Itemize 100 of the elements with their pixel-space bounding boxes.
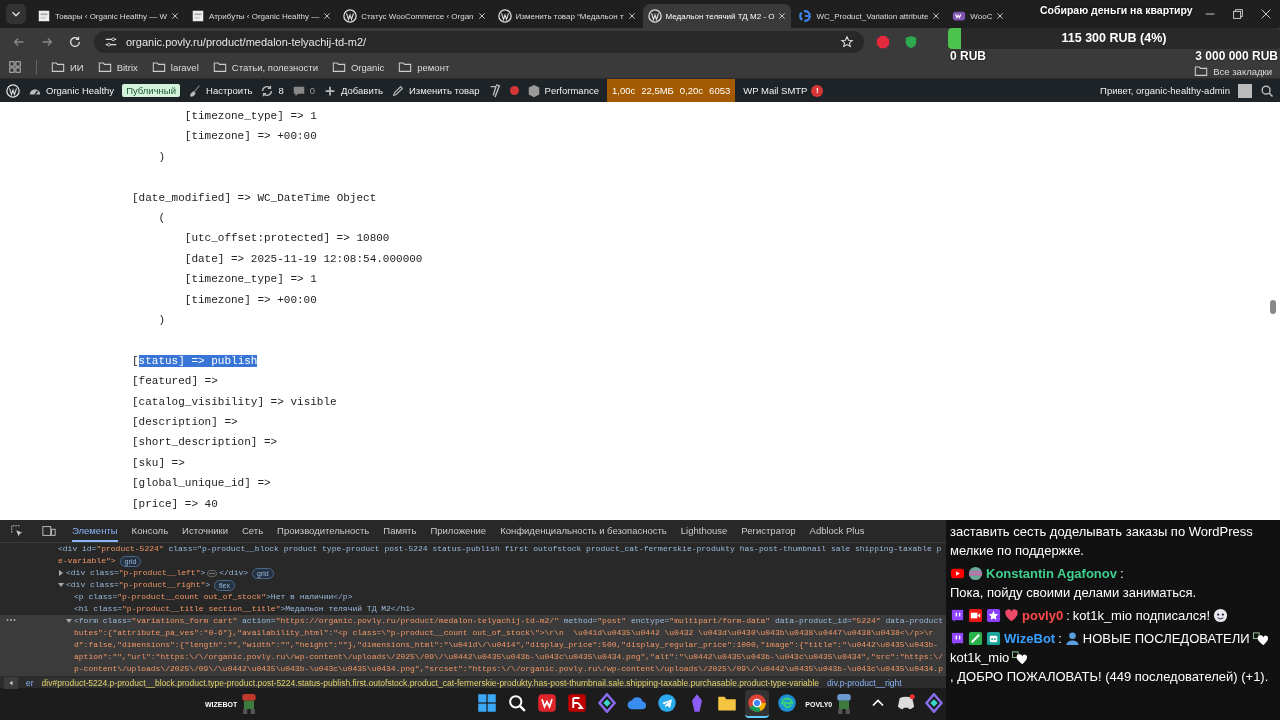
taskbar-app[interactable]: [745, 690, 770, 718]
account-link[interactable]: Привет, organic-healthy-admin: [1100, 85, 1230, 96]
bookmark-folder[interactable]: Bitrix: [97, 60, 138, 74]
star-icon: [840, 35, 854, 49]
dump-line: (: [158, 212, 165, 224]
dump-line: [date_modified] => WC_DateTime Object: [132, 191, 377, 204]
browser-tab[interactable]: Атрибуты ‹ Organic Healthy —: [186, 4, 337, 28]
browser-tab[interactable]: WC_Product_Variation attribute: [793, 4, 946, 28]
image-heart-icon: [1012, 650, 1028, 665]
devtools-tab[interactable]: Консоль: [131, 520, 169, 542]
browser-tab[interactable]: Медальон телячий ТД М2 - О: [642, 4, 792, 28]
devtools-tab[interactable]: Регистратор: [741, 520, 796, 542]
dump-line: [sku] =>: [132, 456, 185, 469]
star-icon: [986, 608, 1001, 623]
diamond-icon: [597, 693, 618, 713]
dump-line: [utc_offset:protected] => 10800: [184, 232, 390, 245]
wordpress-menu-button[interactable]: [6, 83, 20, 98]
adblock-extension-button[interactable]: [874, 33, 892, 51]
bookmark-folder[interactable]: Organic: [332, 60, 385, 74]
chat-message-text: kot1k_mio подписался!: [1072, 607, 1210, 625]
dump-line: ): [158, 150, 165, 163]
devtools-tab[interactable]: Сеть: [241, 520, 264, 542]
dump-line: [timezone] => +00:00: [184, 293, 317, 306]
sword-icon: [968, 631, 983, 646]
dump-line: [price] => 40: [132, 497, 218, 510]
query-monitor-stats[interactable]: 1,00с 22,5МБ 0,20с 6053: [606, 79, 736, 102]
dump-line: [short_description] =>: [132, 436, 278, 449]
apps-button[interactable]: [8, 60, 22, 74]
expanded-triangle-icon[interactable]: [58, 582, 64, 588]
devtools-tab[interactable]: Приложение: [430, 520, 487, 542]
edit-product-link[interactable]: Изменить товар: [391, 83, 480, 98]
browser-tab[interactable]: WooC: [947, 4, 1010, 28]
code-line: p-content\/uploads\/2025\/09\/\u0442\u0435\u043b-\u043c\u0435\u0434.png","srcset":"https:\/\/organic.povly.ru\/wp-content\/uploads\/2025\/09\/\u0442\u0435\u043b-\u043c\u0435\u0434.p: [74, 663, 943, 675]
dump-line: [timezone] => +00:00: [184, 130, 317, 143]
telegram-icon: [657, 693, 678, 713]
code-line: aption":"","url":"https:\/\/organic.povly.ru\/wp-content\/uploads\/2025\/09\/\u0442\u0435\u043b-\u043c\u0435\u0434.png","alt":"\u0442\u0435\u043b-\u043c\u0435\u0434","src":"https:\/: [74, 651, 943, 663]
cube-icon: [526, 83, 541, 98]
chat-separator: :: [1066, 607, 1070, 625]
chat-separator: :: [1119, 565, 1124, 583]
folder-icon: [1194, 64, 1209, 78]
performance-link[interactable]: Performance: [526, 83, 599, 98]
smtp-link[interactable]: WP Mail SMTP !: [743, 84, 824, 97]
scroll-left-button[interactable]: [4, 676, 18, 689]
browser-tab[interactable]: Статус WooCommerce ‹ Organ: [338, 4, 491, 28]
devtools-tab[interactable]: Источники: [182, 520, 228, 542]
chat-message-text: , ДОБРО ПОЖАЛОВАТЬ! (449 последователей) (+1).: [950, 668, 1269, 686]
diamond-icon: [924, 693, 945, 713]
breadcrumb[interactable]: er: [26, 677, 34, 688]
close-icon: [932, 12, 941, 20]
code-line: <form class="variations_form cart" action="https://organic.povly.ru/product/medalon-telyachij-td-m2/" method="post" enctype="multipart/form-data" data-product_id="5224" data-product: [74, 615, 943, 627]
devtools-tab[interactable]: Lighthouse: [680, 520, 728, 542]
public-badge: Публичный: [122, 84, 180, 97]
brush-icon: [188, 83, 202, 98]
code-line: d":false,"dimensions":{"length":"","width":"","height":""},"dimensions_html":"\u041d\/\u0414","display_price":500,"display_regular_price":1000,"image":{"title":"\u0442\u0435\u043b-: [74, 639, 939, 651]
collapsed-triangle-icon[interactable]: [58, 570, 64, 576]
chrome-icon: [747, 693, 768, 713]
chat-author: WizeBot: [1004, 630, 1056, 648]
restore-icon: [1231, 7, 1245, 21]
breadcrumb[interactable]: div#product-5224.p-product__block.product.type-product.post-5224.status-publish.first.outofstock.product_cat-fermerskie-produkty.has-post-thumbnail.sale.shipping-taxable.purchasable.product-type-variable: [41, 677, 820, 688]
devtools-tab[interactable]: Элементы: [72, 520, 118, 542]
tab-search-button[interactable]: [6, 4, 26, 24]
bookmark-folder[interactable]: ремонт: [398, 60, 450, 74]
bookmark-folder[interactable]: Статьи, полезности: [212, 60, 318, 74]
all-bookmarks-button[interactable]: Все закладки: [1194, 64, 1272, 78]
devtools-tab[interactable]: Конфиденциальность и безопасность: [500, 520, 667, 542]
windows-icon: [477, 693, 498, 713]
wordpress-icon: [343, 9, 358, 23]
breadcrumb[interactable]: div.p-product__right: [827, 677, 902, 688]
goal-max: 3 000 000 RUB: [1195, 49, 1278, 63]
folder-icon: [97, 60, 112, 74]
bookmark-folder[interactable]: ИИ: [51, 60, 84, 74]
devtools-tab[interactable]: Производительность: [277, 520, 370, 542]
browser-tab[interactable]: Изменить товар “Медальон т: [492, 4, 641, 28]
twitch-icon: [950, 608, 965, 623]
customize-link[interactable]: Настроить: [188, 83, 253, 98]
heart-icon: [1004, 608, 1019, 623]
search-button[interactable]: [1260, 83, 1274, 98]
address-field[interactable]: organic.povly.ru/product/medalon-telyachij-td-m2/: [94, 31, 864, 53]
browser-tab[interactable]: Товары ‹ Organic Healthy — W: [32, 4, 184, 28]
code-line: <div class="p-product__left">: [66, 567, 206, 579]
updates-link[interactable]: 8: [260, 83, 284, 98]
close-icon: [477, 12, 486, 20]
close-icon: [1259, 7, 1273, 21]
expanded-triangle-icon[interactable]: [66, 618, 72, 624]
site-name-link[interactable]: Organic Healthy: [28, 83, 115, 98]
add-new-link[interactable]: Добавить: [323, 83, 384, 98]
bookmark-folder[interactable]: laravel: [151, 60, 199, 74]
stop-sign-icon: [876, 35, 890, 49]
devtools-tab[interactable]: Память: [383, 520, 417, 542]
forward-arrow-icon: [40, 35, 54, 49]
dump-line: [timezone_type] => 1: [184, 110, 317, 122]
dump-line: [status] => publish: [132, 354, 258, 367]
folder-icon: [151, 60, 166, 74]
folder-icon: [51, 60, 65, 74]
dump-line: ): [158, 314, 165, 327]
page-icon: [37, 9, 51, 23]
goal-title: Собираю деньги на квартиру: [1040, 4, 1193, 16]
devtools-tab[interactable]: Adblock Plus: [809, 520, 865, 542]
site-settings-icon: [104, 35, 118, 49]
comments-link[interactable]: 0: [291, 83, 316, 98]
